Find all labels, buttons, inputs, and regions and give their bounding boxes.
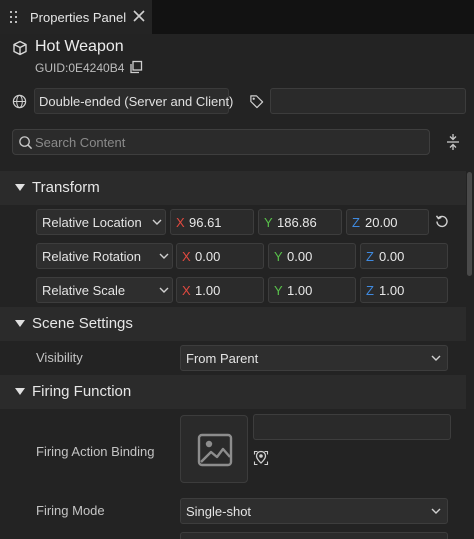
chevron-down-icon <box>159 253 169 259</box>
axis-y-label: Y <box>264 215 273 230</box>
location-x-value: 96.61 <box>189 215 222 230</box>
location-x-field[interactable]: X 96.61 <box>170 209 254 235</box>
expand-arrow-icon <box>15 388 25 395</box>
tab-bar: Properties Panel <box>0 0 474 34</box>
section-firing-function-header[interactable]: Firing Function <box>0 375 466 409</box>
axis-y-label: Y <box>274 283 283 298</box>
tab-title: Properties Panel <box>30 10 127 25</box>
collapse-all-icon[interactable] <box>445 133 461 151</box>
relative-scale-label: Relative Scale <box>42 283 126 298</box>
action-binding-thumbnail[interactable] <box>180 415 248 483</box>
rotation-x-field[interactable]: X 0.00 <box>176 243 264 269</box>
firing-mode-label: Firing Mode <box>36 503 105 518</box>
copy-icon[interactable] <box>129 60 143 74</box>
chevron-down-icon <box>159 287 169 293</box>
axis-x-label: X <box>182 249 191 264</box>
network-mode-dropdown[interactable]: Double-ended (Server and Client) <box>34 88 233 114</box>
firing-action-binding-label: Firing Action Binding <box>36 444 155 459</box>
close-icon[interactable] <box>132 9 146 23</box>
reset-icon[interactable] <box>435 214 449 228</box>
relative-location-dropdown[interactable]: Relative Location <box>36 209 166 235</box>
globe-icon <box>12 94 27 109</box>
section-label: Firing Function <box>32 383 132 400</box>
chevron-down-icon <box>431 355 441 361</box>
image-icon <box>197 433 233 467</box>
axis-z-label: Z <box>352 215 360 230</box>
location-y-value: 186.86 <box>277 215 317 230</box>
location-z-field[interactable]: Z 20.00 <box>346 209 429 235</box>
scale-z-field[interactable]: Z 1.00 <box>360 277 448 303</box>
relative-rotation-dropdown[interactable]: Relative Rotation <box>36 243 173 269</box>
action-binding-input[interactable] <box>253 414 451 440</box>
network-mode-value: Double-ended (Server and Client) <box>39 94 234 109</box>
scale-z-value: 1.00 <box>379 283 405 298</box>
relative-rotation-label: Relative Rotation <box>42 249 141 264</box>
locate-icon[interactable] <box>253 450 269 466</box>
chevron-down-icon <box>152 219 162 225</box>
expand-arrow-icon <box>15 184 25 191</box>
section-scene-settings-header[interactable]: Scene Settings <box>0 307 466 341</box>
firing-mode-dropdown[interactable]: Single-shot <box>180 498 448 524</box>
next-field-partial[interactable] <box>180 532 448 539</box>
scale-x-field[interactable]: X 1.00 <box>176 277 264 303</box>
visibility-dropdown[interactable]: From Parent <box>180 345 448 371</box>
rotation-z-field[interactable]: Z 0.00 <box>360 243 448 269</box>
search-icon <box>19 136 33 150</box>
drag-grip-icon[interactable] <box>10 11 20 23</box>
relative-scale-dropdown[interactable]: Relative Scale <box>36 277 173 303</box>
scrollbar[interactable] <box>466 172 474 539</box>
rotation-z-value: 0.00 <box>379 249 405 264</box>
relative-location-label: Relative Location <box>42 215 142 230</box>
rotation-y-field[interactable]: Y 0.00 <box>268 243 356 269</box>
scale-y-field[interactable]: Y 1.00 <box>268 277 356 303</box>
location-z-value: 20.00 <box>365 215 398 230</box>
section-transform-header[interactable]: Transform <box>0 171 466 205</box>
search-input[interactable] <box>35 132 425 152</box>
scale-x-value: 1.00 <box>195 283 221 298</box>
expand-arrow-icon <box>15 320 25 327</box>
axis-z-label: Z <box>366 283 374 298</box>
asset-guid: GUID:0E4240B4 <box>35 61 125 75</box>
tags-input[interactable] <box>270 88 466 114</box>
rotation-y-value: 0.00 <box>287 249 313 264</box>
rotation-x-value: 0.00 <box>195 249 221 264</box>
tag-icon <box>250 95 264 109</box>
section-label: Scene Settings <box>32 315 133 332</box>
visibility-label: Visibility <box>36 350 83 365</box>
cube-icon <box>13 40 27 56</box>
location-y-field[interactable]: Y 186.86 <box>258 209 342 235</box>
asset-name: Hot Weapon <box>35 38 124 55</box>
search-box[interactable] <box>12 129 430 155</box>
tab-properties-panel[interactable]: Properties Panel <box>0 0 152 34</box>
scale-y-value: 1.00 <box>287 283 313 298</box>
visibility-value: From Parent <box>186 351 259 366</box>
chevron-down-icon <box>431 508 441 514</box>
axis-z-label: Z <box>366 249 374 264</box>
scrollbar-thumb[interactable] <box>467 172 472 276</box>
section-label: Transform <box>32 179 100 196</box>
firing-mode-value: Single-shot <box>186 504 252 519</box>
axis-x-label: X <box>182 283 191 298</box>
axis-x-label: X <box>176 215 185 230</box>
axis-y-label: Y <box>274 249 283 264</box>
